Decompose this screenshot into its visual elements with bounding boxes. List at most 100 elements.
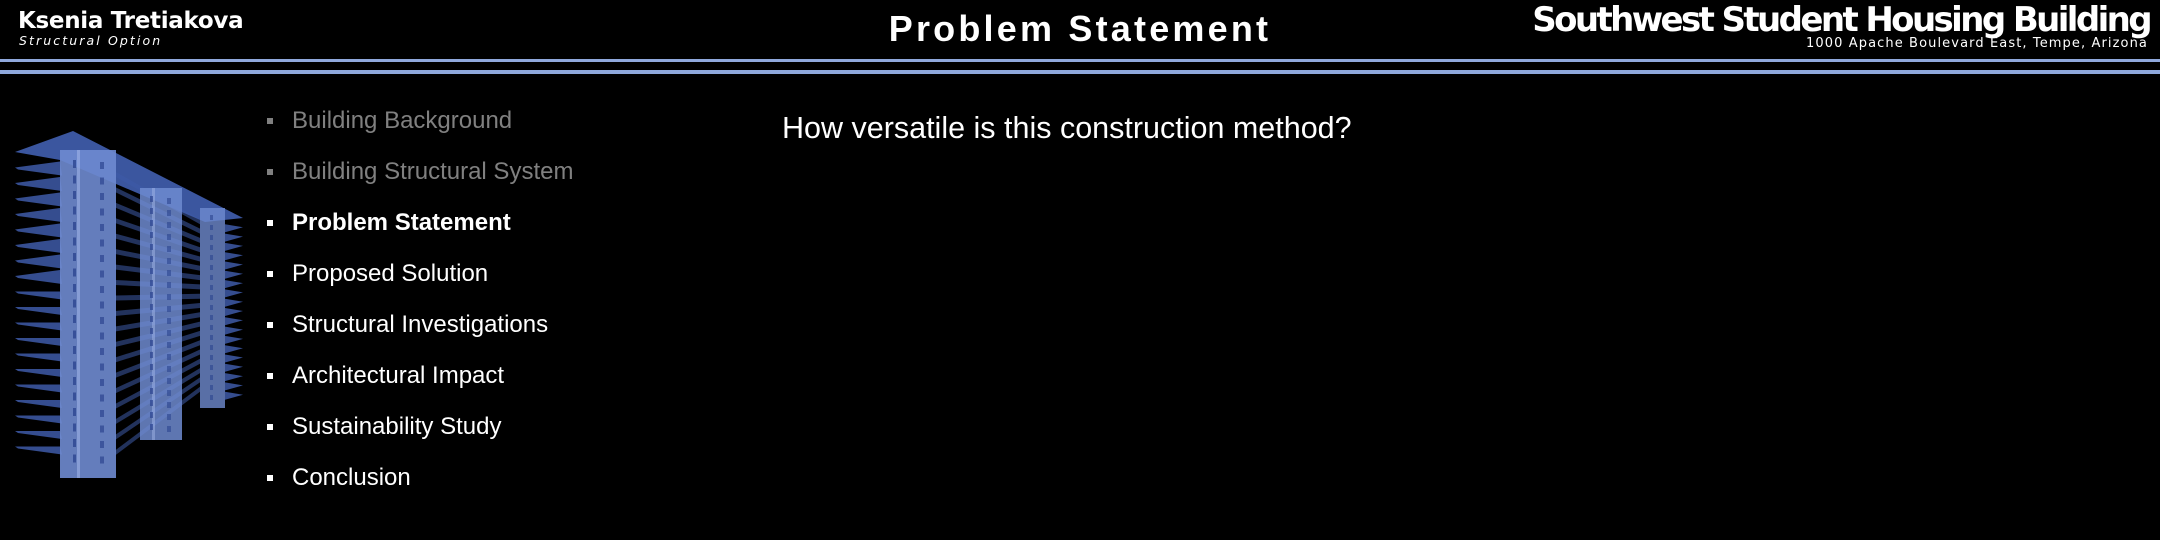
floor-slab-right [225, 224, 243, 233]
bullet-icon [267, 322, 273, 328]
floor-slab-left [15, 239, 62, 253]
floor-slab-right [225, 382, 243, 391]
header-divider-bottom [0, 70, 2160, 74]
bullet-icon [267, 169, 273, 175]
floor-slab-right [225, 261, 243, 270]
window [167, 318, 171, 324]
floor-slab-left [15, 208, 62, 222]
toc-item-label: Building Background [292, 107, 513, 134]
window [150, 412, 153, 418]
project-title: Southwest Student Housing Building [1532, 0, 2152, 40]
window [167, 330, 171, 336]
window [100, 394, 104, 402]
window [100, 348, 104, 355]
floor-slab-left [15, 338, 62, 346]
window [150, 364, 153, 370]
toc-item-label: Conclusion [292, 464, 411, 491]
window [210, 385, 213, 390]
window [100, 317, 104, 324]
window [167, 198, 171, 204]
floor-slab-left [15, 353, 62, 362]
toc-item-label: Building Structural System [292, 158, 574, 185]
floor-slab-right [225, 280, 243, 289]
floor-slab-right [225, 345, 243, 354]
window [100, 224, 104, 231]
window [100, 239, 104, 247]
window [150, 400, 153, 406]
floor-slab-right [225, 363, 243, 372]
window [73, 392, 76, 401]
window [100, 193, 104, 200]
window [150, 220, 153, 226]
bullet-icon [267, 220, 273, 226]
window [73, 377, 76, 385]
window [150, 268, 153, 274]
window [73, 206, 76, 215]
window [100, 410, 104, 417]
window [73, 423, 76, 432]
window [167, 294, 171, 300]
floor-slab-left [15, 446, 62, 455]
window [210, 345, 213, 350]
floor-slab-left [15, 270, 62, 284]
floor-slab-right [225, 252, 243, 261]
window [150, 328, 153, 334]
toc-item-label: Structural Investigations [292, 311, 549, 338]
window [210, 215, 213, 220]
window [167, 246, 171, 252]
floor-slab-left [15, 307, 62, 315]
header-divider-top [0, 59, 2160, 62]
window [73, 222, 76, 230]
bullet-icon [267, 271, 273, 277]
floor-slab-right [225, 317, 243, 326]
window [210, 395, 213, 400]
window [210, 225, 213, 230]
tower-left-edge [77, 150, 80, 478]
window [73, 237, 76, 246]
toc-item-label: Sustainability Study [292, 413, 502, 440]
toc-item-label: Problem Statement [292, 209, 511, 236]
window [73, 454, 76, 463]
toc-item-label: Proposed Solution [292, 260, 489, 287]
floor-slab-left [15, 322, 62, 331]
window [167, 426, 171, 432]
window [167, 342, 171, 348]
window [150, 388, 153, 394]
window [167, 258, 171, 264]
floor-slab-left [15, 291, 62, 300]
window [150, 208, 153, 214]
bullet-icon [267, 118, 273, 124]
window [150, 292, 153, 298]
window [100, 425, 104, 433]
window [73, 253, 76, 261]
bullet-icon [267, 475, 273, 481]
window [210, 375, 213, 380]
floor-slab-right [225, 335, 243, 344]
floor-slab-left [15, 431, 62, 439]
window [210, 335, 213, 340]
window [73, 268, 76, 277]
bullet-icon [267, 373, 273, 379]
window [73, 408, 76, 416]
window [100, 255, 104, 262]
window [210, 315, 213, 320]
floor-slab-left [15, 415, 62, 424]
window [167, 402, 171, 408]
window [150, 352, 153, 358]
floor-slab-right [225, 391, 243, 400]
window [73, 160, 76, 168]
floor-slab-right [225, 298, 243, 307]
window [150, 244, 153, 250]
window [210, 275, 213, 280]
window [210, 325, 213, 330]
window [73, 315, 76, 323]
window [73, 330, 76, 339]
window [100, 441, 104, 448]
window [100, 177, 104, 185]
window [167, 222, 171, 228]
window [100, 208, 104, 216]
window [167, 354, 171, 360]
floor-slab-right [225, 289, 243, 298]
floor-slab-right [225, 373, 243, 382]
window [167, 282, 171, 288]
